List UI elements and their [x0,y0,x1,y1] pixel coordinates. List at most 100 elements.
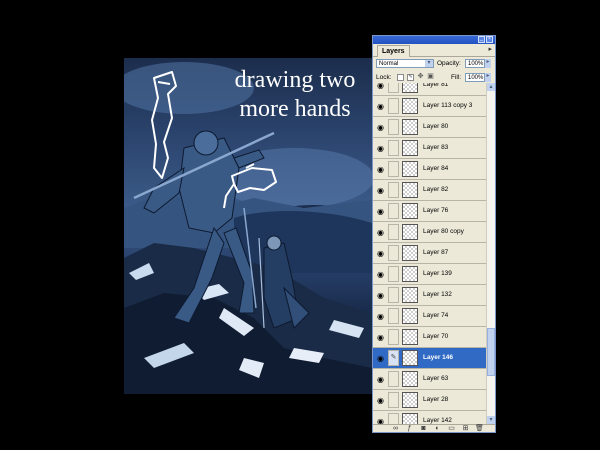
layer-thumbnail [402,161,418,177]
eye-icon[interactable]: ◉ [376,396,385,405]
link-slot[interactable] [388,371,399,387]
link-slot[interactable] [388,308,399,324]
brush-icon[interactable]: ✎ [388,350,399,366]
lock-label: Lock: [376,74,392,81]
eye-icon[interactable]: ◉ [376,123,385,132]
link-slot[interactable] [388,140,399,156]
link-slot[interactable] [388,329,399,345]
eye-icon[interactable]: ◉ [376,333,385,342]
layer-name: Layer 87 [423,249,449,256]
scroll-up-icon[interactable]: ▴ [487,83,495,91]
layer-group-icon[interactable]: ▭ [447,425,456,432]
blend-mode-select[interactable]: Normal ▾ [376,59,434,68]
lock-position-icon[interactable]: ✥ [417,73,424,81]
layer-row[interactable]: ◉ Layer 80 [373,117,486,138]
lock-all-icon[interactable]: ▣ [427,73,434,81]
link-slot[interactable] [388,182,399,198]
eye-icon[interactable]: ◉ [376,249,385,258]
link-slot[interactable] [388,224,399,240]
document-canvas[interactable]: drawing two more hands [124,58,372,394]
link-slot[interactable] [388,203,399,219]
layer-row[interactable]: ◉ Layer 132 [373,285,486,306]
link-slot[interactable] [388,266,399,282]
eye-icon[interactable]: ◉ [376,228,385,237]
scroll-down-icon[interactable]: ▾ [487,416,495,424]
eye-icon[interactable]: ◉ [376,354,385,363]
layer-row[interactable]: ◉ Layer 76 [373,201,486,222]
eye-icon[interactable]: ◉ [376,83,385,90]
adjustment-layer-icon[interactable]: ◐ [433,425,442,432]
layer-style-icon[interactable]: ƒ [405,425,414,432]
layer-thumbnail [402,392,418,408]
layer-thumbnail [402,119,418,135]
layer-row[interactable]: ◉ Layer 28 [373,390,486,411]
eye-icon[interactable]: ◉ [376,102,385,111]
eye-icon[interactable]: ◉ [376,144,385,153]
layer-name: Layer 83 [423,144,449,151]
new-layer-icon[interactable]: ⊞ [461,425,470,432]
layer-name: Layer 76 [423,207,449,214]
opacity-arrow-icon[interactable]: ▸ [485,59,491,68]
layer-thumbnail [402,224,418,240]
caption-line-2: more hands [239,96,351,122]
layer-name: Layer 84 [423,165,449,172]
link-slot[interactable] [388,98,399,114]
layer-row[interactable]: ◉ Layer 81 [373,83,486,96]
lock-transparency-icon[interactable] [397,74,404,81]
layer-row[interactable]: ◉ Layer 63 [373,369,486,390]
layer-mask-icon[interactable]: ◙ [419,425,428,432]
opacity-value: 100% [468,61,484,67]
layer-name: Layer 74 [423,312,449,319]
eye-icon[interactable]: ◉ [376,291,385,300]
layer-row[interactable]: ◉ Layer 87 [373,243,486,264]
eye-icon[interactable]: ◉ [376,375,385,384]
eye-icon[interactable]: ◉ [376,312,385,321]
layer-row[interactable]: ◉ ✎ Layer 146 [373,348,486,369]
fill-field[interactable]: 100% [465,73,485,82]
tab-layers[interactable]: Layers [377,45,410,57]
palette-menu-arrow-icon[interactable]: ▸ [488,45,492,53]
caption-line-1: drawing two [234,67,356,93]
layer-row[interactable]: ◉ Layer 113 copy 3 [373,96,486,117]
layer-row[interactable]: ◉ Layer 82 [373,180,486,201]
layer-name: Layer 142 [423,417,452,424]
link-slot[interactable] [388,161,399,177]
link-slot[interactable] [388,119,399,135]
eye-icon[interactable]: ◉ [376,207,385,216]
blend-opacity-row: Normal ▾ Opacity: 100% ▸ [373,57,495,71]
lock-image-icon[interactable]: ✎ [407,74,414,81]
delete-layer-icon[interactable]: 🗑 [475,425,484,432]
opacity-field[interactable]: 100% [465,59,485,68]
scrollbar-thumb[interactable] [487,328,495,376]
layer-row[interactable]: ◉ Layer 83 [373,138,486,159]
close-icon[interactable]: × [486,36,493,43]
link-slot[interactable] [388,83,399,93]
minimize-icon[interactable]: _ [478,36,485,43]
link-slot[interactable] [388,245,399,261]
link-slot[interactable] [388,287,399,303]
layer-row[interactable]: ◉ Layer 70 [373,327,486,348]
blend-mode-value: Normal [379,61,399,67]
chevron-down-icon: ▾ [425,60,433,67]
eye-icon[interactable]: ◉ [376,186,385,195]
link-slot[interactable] [388,392,399,408]
eye-icon[interactable]: ◉ [376,270,385,279]
layer-name: Layer 132 [423,291,452,298]
layer-row[interactable]: ◉ Layer 80 copy [373,222,486,243]
layer-thumbnail [402,98,418,114]
layer-row[interactable]: ◉ Layer 139 [373,264,486,285]
layer-name: Layer 81 [423,83,449,88]
eye-icon[interactable]: ◉ [376,165,385,174]
canvas-caption: drawing two more hands [220,66,370,124]
layer-row[interactable]: ◉ Layer 74 [373,306,486,327]
layer-list-scrollbar[interactable]: ▴ ▾ [486,83,495,432]
layer-thumbnail [402,266,418,282]
layer-thumbnail [402,83,418,93]
layer-name: Layer 139 [423,270,452,277]
palette-titlebar[interactable]: _ × [373,36,495,44]
link-layers-icon[interactable]: ∞ [391,425,400,432]
layer-list[interactable]: ◉ Layer 81 ◉ Layer 113 copy 3 ◉ Layer 80 ◉ Laye… [373,83,486,432]
fill-arrow-icon[interactable]: ▸ [485,73,491,82]
layer-row[interactable]: ◉ Layer 84 [373,159,486,180]
palette-tab-row: Layers ▸ [373,44,495,57]
